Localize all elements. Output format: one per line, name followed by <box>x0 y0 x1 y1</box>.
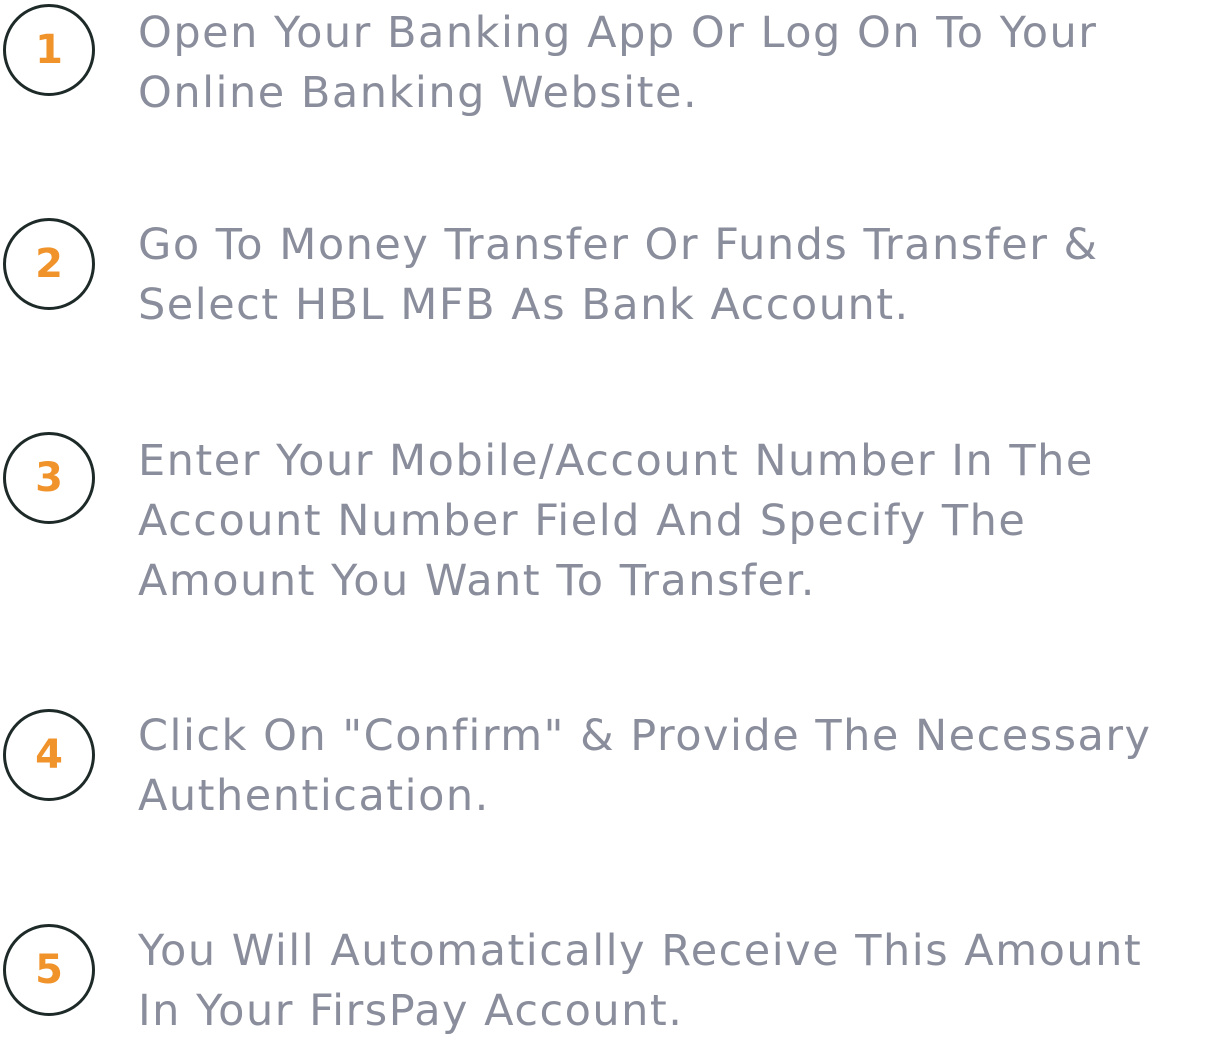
step-number-badge: 1 <box>3 4 95 96</box>
step-description: Click On "Confirm" & Provide The Necessa… <box>138 711 1152 821</box>
step-description: Enter Your Mobile/Account Number In The … <box>138 436 1094 606</box>
step-number-badge: 4 <box>3 709 95 801</box>
step-number: 5 <box>35 947 63 993</box>
step-number: 4 <box>35 732 63 778</box>
step-number-badge: 2 <box>3 218 95 310</box>
step-description: You Will Automatically Receive This Amou… <box>138 926 1143 1036</box>
step-number: 3 <box>35 455 63 501</box>
steps-list: 1 Open Your Banking App Or Log On To You… <box>0 0 1220 1039</box>
step-number-badge: 5 <box>3 924 95 1016</box>
step-description: Open Your Banking App Or Log On To Your … <box>138 8 1098 118</box>
step-description: Go To Money Transfer Or Funds Transfer &… <box>138 220 1099 330</box>
step-number: 1 <box>35 27 63 73</box>
step-number-badge: 3 <box>3 432 95 524</box>
step-number: 2 <box>35 241 63 287</box>
